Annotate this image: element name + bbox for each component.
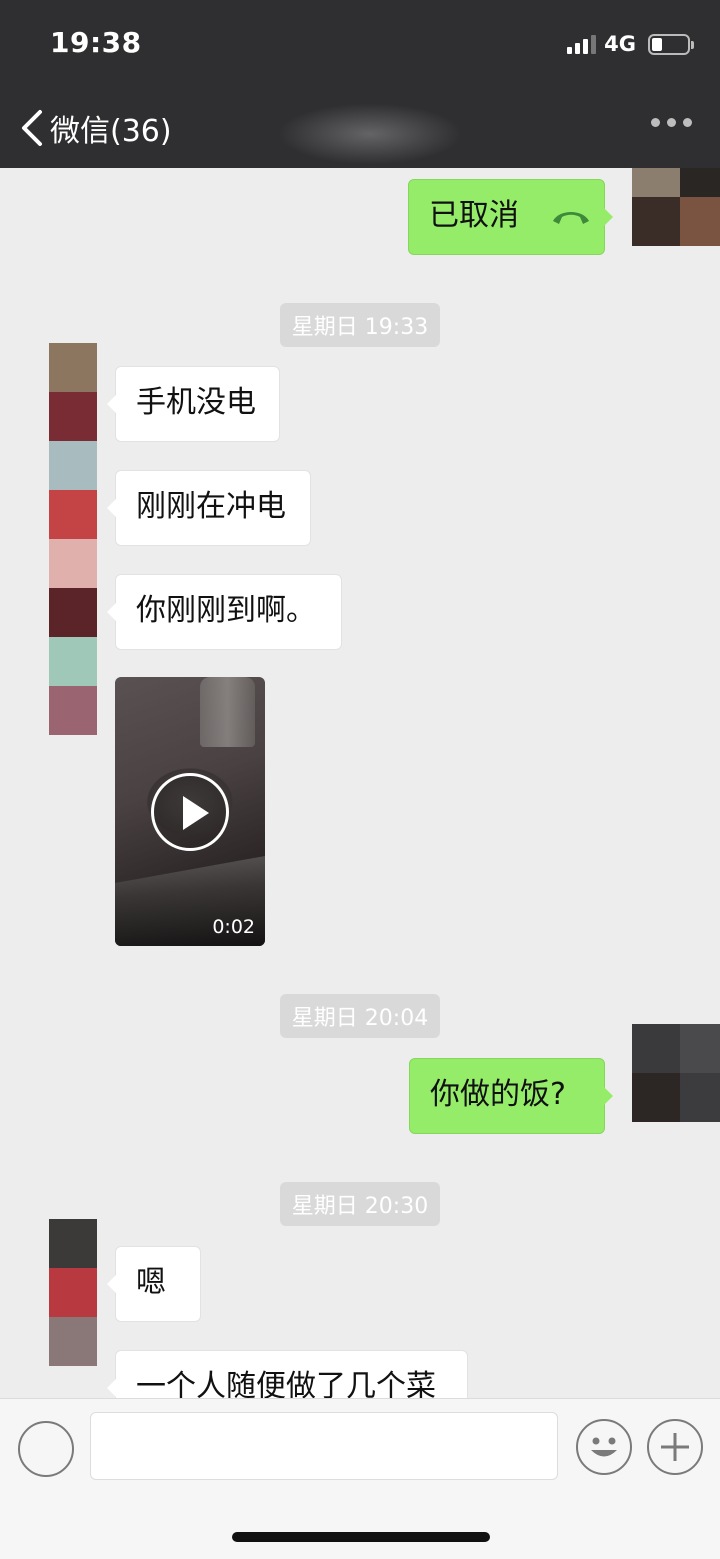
message-bubble[interactable]: 一个人随便做了几个菜 [107,1350,468,1398]
message-bubble[interactable]: 你做的饭? [409,1058,613,1134]
message-text: 你做的饭? [430,1077,566,1112]
chat-title-blurred [280,104,460,164]
timestamp: 星期日 20:04 [0,994,720,1038]
back-label: 微信(36) [50,114,172,149]
avatar-self[interactable] [632,1024,720,1122]
message-text: 你刚刚到啊。 [136,593,316,628]
video-duration: 0:02 [212,916,255,938]
more-dots-icon[interactable] [651,118,692,127]
top-bar: 19:38 4G 微信(36) [0,0,720,168]
message-bubble[interactable]: 手机没电 [107,366,280,442]
chat-area[interactable]: 已取消 星期日 19:33 手机没电 刚刚在冲电 你刚刚到啊。 0:02 星期日… [0,168,720,1398]
battery-icon [648,33,694,55]
plus-symbol-icon [661,1433,689,1461]
message-bubble[interactable]: 嗯 [107,1246,201,1322]
play-icon[interactable] [151,773,229,851]
timestamp-label: 星期日 20:30 [279,1182,441,1226]
signal-icon [567,34,597,54]
message-text: 刚刚在冲电 [136,489,286,524]
avatar-contact[interactable] [49,343,97,735]
plus-icon[interactable] [647,1419,703,1475]
emoji-face-icon [591,1437,617,1457]
emoji-icon[interactable] [576,1419,632,1475]
network-label: 4G [604,32,636,56]
timestamp: 星期日 20:30 [0,1182,720,1226]
message-input[interactable] [90,1412,558,1480]
call-cancelled-bubble[interactable]: 已取消 [408,179,613,255]
message-text: 一个人随便做了几个菜 [136,1369,436,1398]
timestamp-label: 星期日 20:04 [279,994,441,1038]
message-text: 嗯 [136,1265,166,1300]
chevron-left-icon [22,110,42,146]
message-bubble[interactable]: 刚刚在冲电 [107,470,311,546]
avatar-contact[interactable] [49,1219,97,1398]
voice-icon[interactable] [18,1421,74,1477]
message-bubble[interactable]: 你刚刚到啊。 [107,574,342,650]
timestamp-label: 星期日 19:33 [279,303,441,347]
call-cancelled-text: 已取消 [429,198,519,233]
avatar-self[interactable] [632,168,720,246]
hangup-phone-icon [552,211,589,224]
status-time: 19:38 [50,26,142,59]
video-message[interactable]: 0:02 [115,677,265,946]
back-button[interactable]: 微信(36) [18,106,172,150]
home-indicator[interactable] [232,1532,490,1542]
status-indicators: 4G [567,30,694,58]
message-text: 手机没电 [136,385,256,420]
video-thumbnail-bottle [200,677,255,747]
timestamp: 星期日 19:33 [0,303,720,347]
